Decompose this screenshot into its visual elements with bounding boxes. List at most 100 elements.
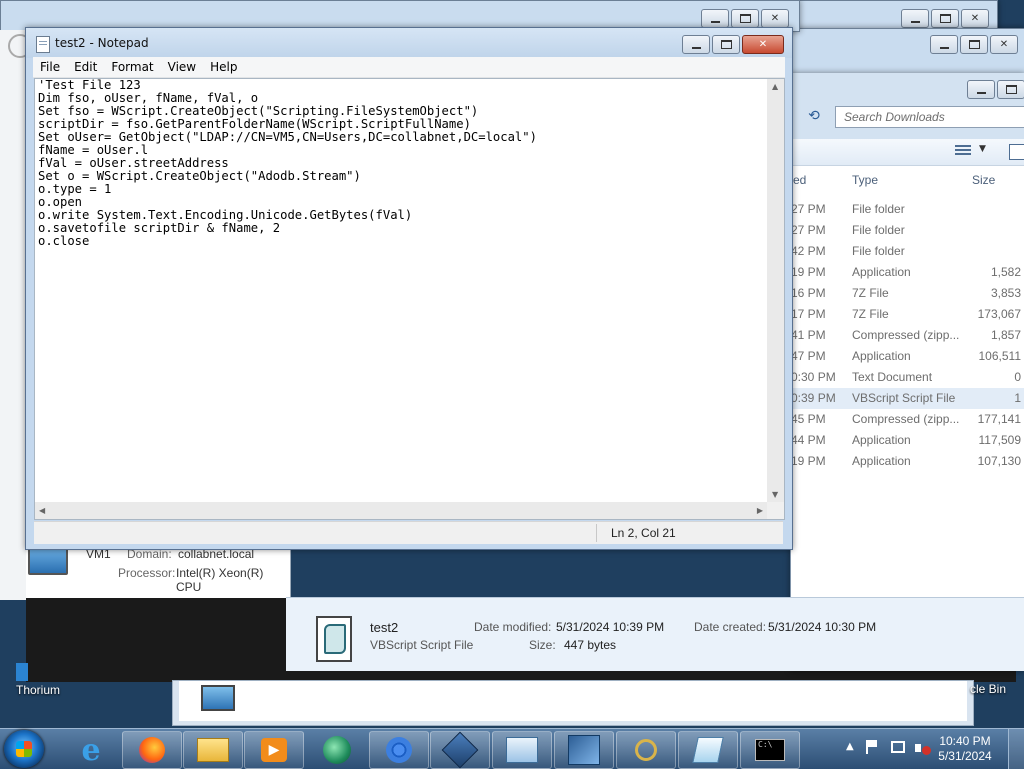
file-row[interactable]: 42 PM File folder (791, 241, 1024, 262)
taskbar: e ▶ C:\ ▲ 10:40 PM 5/31/2024 (0, 728, 1024, 769)
scroll-right-icon[interactable]: ▶ (757, 506, 763, 515)
system-clock[interactable]: 10:40 PM 5/31/2024 (928, 734, 1002, 764)
search-input[interactable]: Search Downloads (835, 106, 1024, 128)
document-app-icon (692, 737, 724, 763)
close-button[interactable]: ✕ (761, 9, 789, 28)
file-size-cell: 107,130 (977, 454, 1021, 468)
close-button[interactable]: ✕ (961, 9, 989, 28)
maximize-button[interactable] (960, 35, 988, 54)
file-row[interactable]: 0:30 PM Text Document 0 (791, 367, 1024, 388)
command-prompt-icon: C:\ (755, 739, 785, 761)
vertical-scrollbar[interactable]: ▲ ▼ (767, 79, 784, 502)
maximize-button[interactable] (931, 9, 959, 28)
file-modified-time: 0:39 PM (791, 391, 836, 405)
taskbar-control-panel[interactable] (492, 731, 552, 769)
file-type-cell: Compressed (zipp... (852, 412, 960, 426)
file-row[interactable]: 27 PM File folder (791, 199, 1024, 220)
firefox-icon (139, 737, 165, 763)
taskbar-firefox[interactable] (122, 731, 182, 769)
file-row[interactable]: 47 PM Application 106,511 (791, 346, 1024, 367)
file-row[interactable]: 19 PM Application 1,582 (791, 262, 1024, 283)
file-type-cell: File folder (852, 223, 905, 237)
file-size-cell: 117,509 (978, 433, 1022, 447)
menu-edit[interactable]: Edit (67, 60, 104, 74)
show-desktop-button[interactable] (1008, 729, 1024, 769)
file-modified-time: 27 PM (791, 223, 826, 237)
file-type-cell: Application (852, 454, 911, 468)
file-list: ed Type Size 27 PM File folder 27 PM File f… (791, 166, 1024, 671)
column-header-type[interactable]: Type (852, 166, 878, 194)
menu-help[interactable]: Help (203, 60, 244, 74)
file-name: test2 (370, 620, 399, 635)
menu-format[interactable]: Format (104, 60, 160, 74)
minimize-button[interactable] (682, 35, 710, 54)
file-row[interactable]: 0:39 PM VBScript Script File 1 (791, 388, 1024, 409)
file-modified-time: 45 PM (791, 412, 826, 426)
close-button[interactable]: ✕ (990, 35, 1018, 54)
file-row[interactable]: 44 PM Application 117,509 (791, 430, 1024, 451)
minimize-button[interactable] (701, 9, 729, 28)
taskbar-search-tool[interactable] (616, 731, 676, 769)
file-type-cell: 7Z File (852, 286, 889, 300)
media-player-icon: ▶ (261, 738, 287, 762)
scroll-up-icon[interactable]: ▲ (772, 82, 778, 91)
flag-cloth (868, 740, 877, 747)
notepad-window: test2 - Notepad ✕ File Edit Format View … (25, 27, 793, 550)
desktop-icon-recycle-bin[interactable]: cle Bin (970, 680, 1024, 702)
start-button[interactable] (4, 730, 44, 768)
taskbar-virtualbox[interactable] (430, 731, 490, 769)
file-type-cell: Application (852, 265, 911, 279)
text-editor[interactable]: 'Test File 123 Dim fso, oUser, fName, fV… (34, 78, 785, 520)
file-row[interactable]: 45 PM Compressed (zipp... 177,141 (791, 409, 1024, 430)
file-row[interactable]: 41 PM Compressed (zipp... 1,857 (791, 325, 1024, 346)
menu-view[interactable]: View (161, 60, 203, 74)
network-computer-icon (201, 685, 235, 711)
status-bar: Ln 2, Col 21 (34, 521, 783, 544)
file-size-cell: 1 (1014, 391, 1021, 405)
maximize-button[interactable] (731, 9, 759, 28)
horizontal-scrollbar[interactable]: ◀ ▶ (35, 502, 767, 519)
maximize-button[interactable] (712, 35, 740, 54)
maximize-button[interactable] (997, 80, 1024, 99)
file-row[interactable]: 27 PM File folder (791, 220, 1024, 241)
column-header-size[interactable]: Size (972, 166, 995, 194)
menu-file[interactable]: File (33, 60, 67, 74)
details-pane: test2 VBScript Script File Date modified… (286, 597, 1024, 671)
file-row[interactable]: 16 PM 7Z File 3,853 (791, 283, 1024, 304)
minimize-button[interactable] (901, 9, 929, 28)
scroll-down-icon[interactable]: ▼ (772, 490, 778, 499)
taskbar-media[interactable]: ▶ (244, 731, 304, 769)
desktop-icon-thorium[interactable]: Thorium (12, 663, 64, 699)
network-tray-icon[interactable] (891, 741, 905, 753)
file-type-cell: File folder (852, 202, 905, 216)
preview-pane-icon[interactable] (1009, 144, 1024, 160)
minimize-button[interactable] (930, 35, 958, 54)
notepad-titlebar[interactable]: test2 - Notepad ✕ (26, 28, 792, 58)
file-row[interactable]: 19 PM Application 107,130 (791, 451, 1024, 472)
tray-expand-icon[interactable]: ▲ (846, 741, 854, 752)
refresh-button[interactable]: ⟲ (803, 108, 825, 128)
taskbar-explorer[interactable] (183, 731, 243, 769)
taskbar-ie[interactable]: e (61, 731, 121, 769)
taskbar-network[interactable] (554, 731, 614, 769)
file-modified-time: 27 PM (791, 202, 826, 216)
file-modified-time: 19 PM (791, 265, 826, 279)
bottom-window-client (179, 681, 967, 721)
date-created-label: Date created: (694, 620, 767, 634)
file-type-cell: Application (852, 349, 911, 363)
chevron-down-icon[interactable]: ▼ (979, 144, 986, 154)
flag-icon[interactable] (866, 740, 880, 754)
virtualbox-icon (441, 731, 479, 769)
editor-content[interactable]: 'Test File 123 Dim fso, oUser, fName, fV… (38, 79, 537, 248)
taskbar-app11[interactable] (678, 731, 738, 769)
close-button[interactable]: ✕ (742, 35, 784, 54)
column-header-modified[interactable]: ed (793, 166, 806, 194)
file-row[interactable]: 17 PM 7Z File 173,067 (791, 304, 1024, 325)
date-modified-label: Date modified: (474, 620, 552, 634)
minimize-button[interactable] (967, 80, 995, 99)
taskbar-chrome[interactable] (369, 731, 429, 769)
scroll-left-icon[interactable]: ◀ (39, 506, 45, 515)
view-options-icon[interactable] (955, 145, 971, 157)
taskbar-app5[interactable] (307, 731, 367, 769)
taskbar-cmd[interactable]: C:\ (740, 731, 800, 769)
